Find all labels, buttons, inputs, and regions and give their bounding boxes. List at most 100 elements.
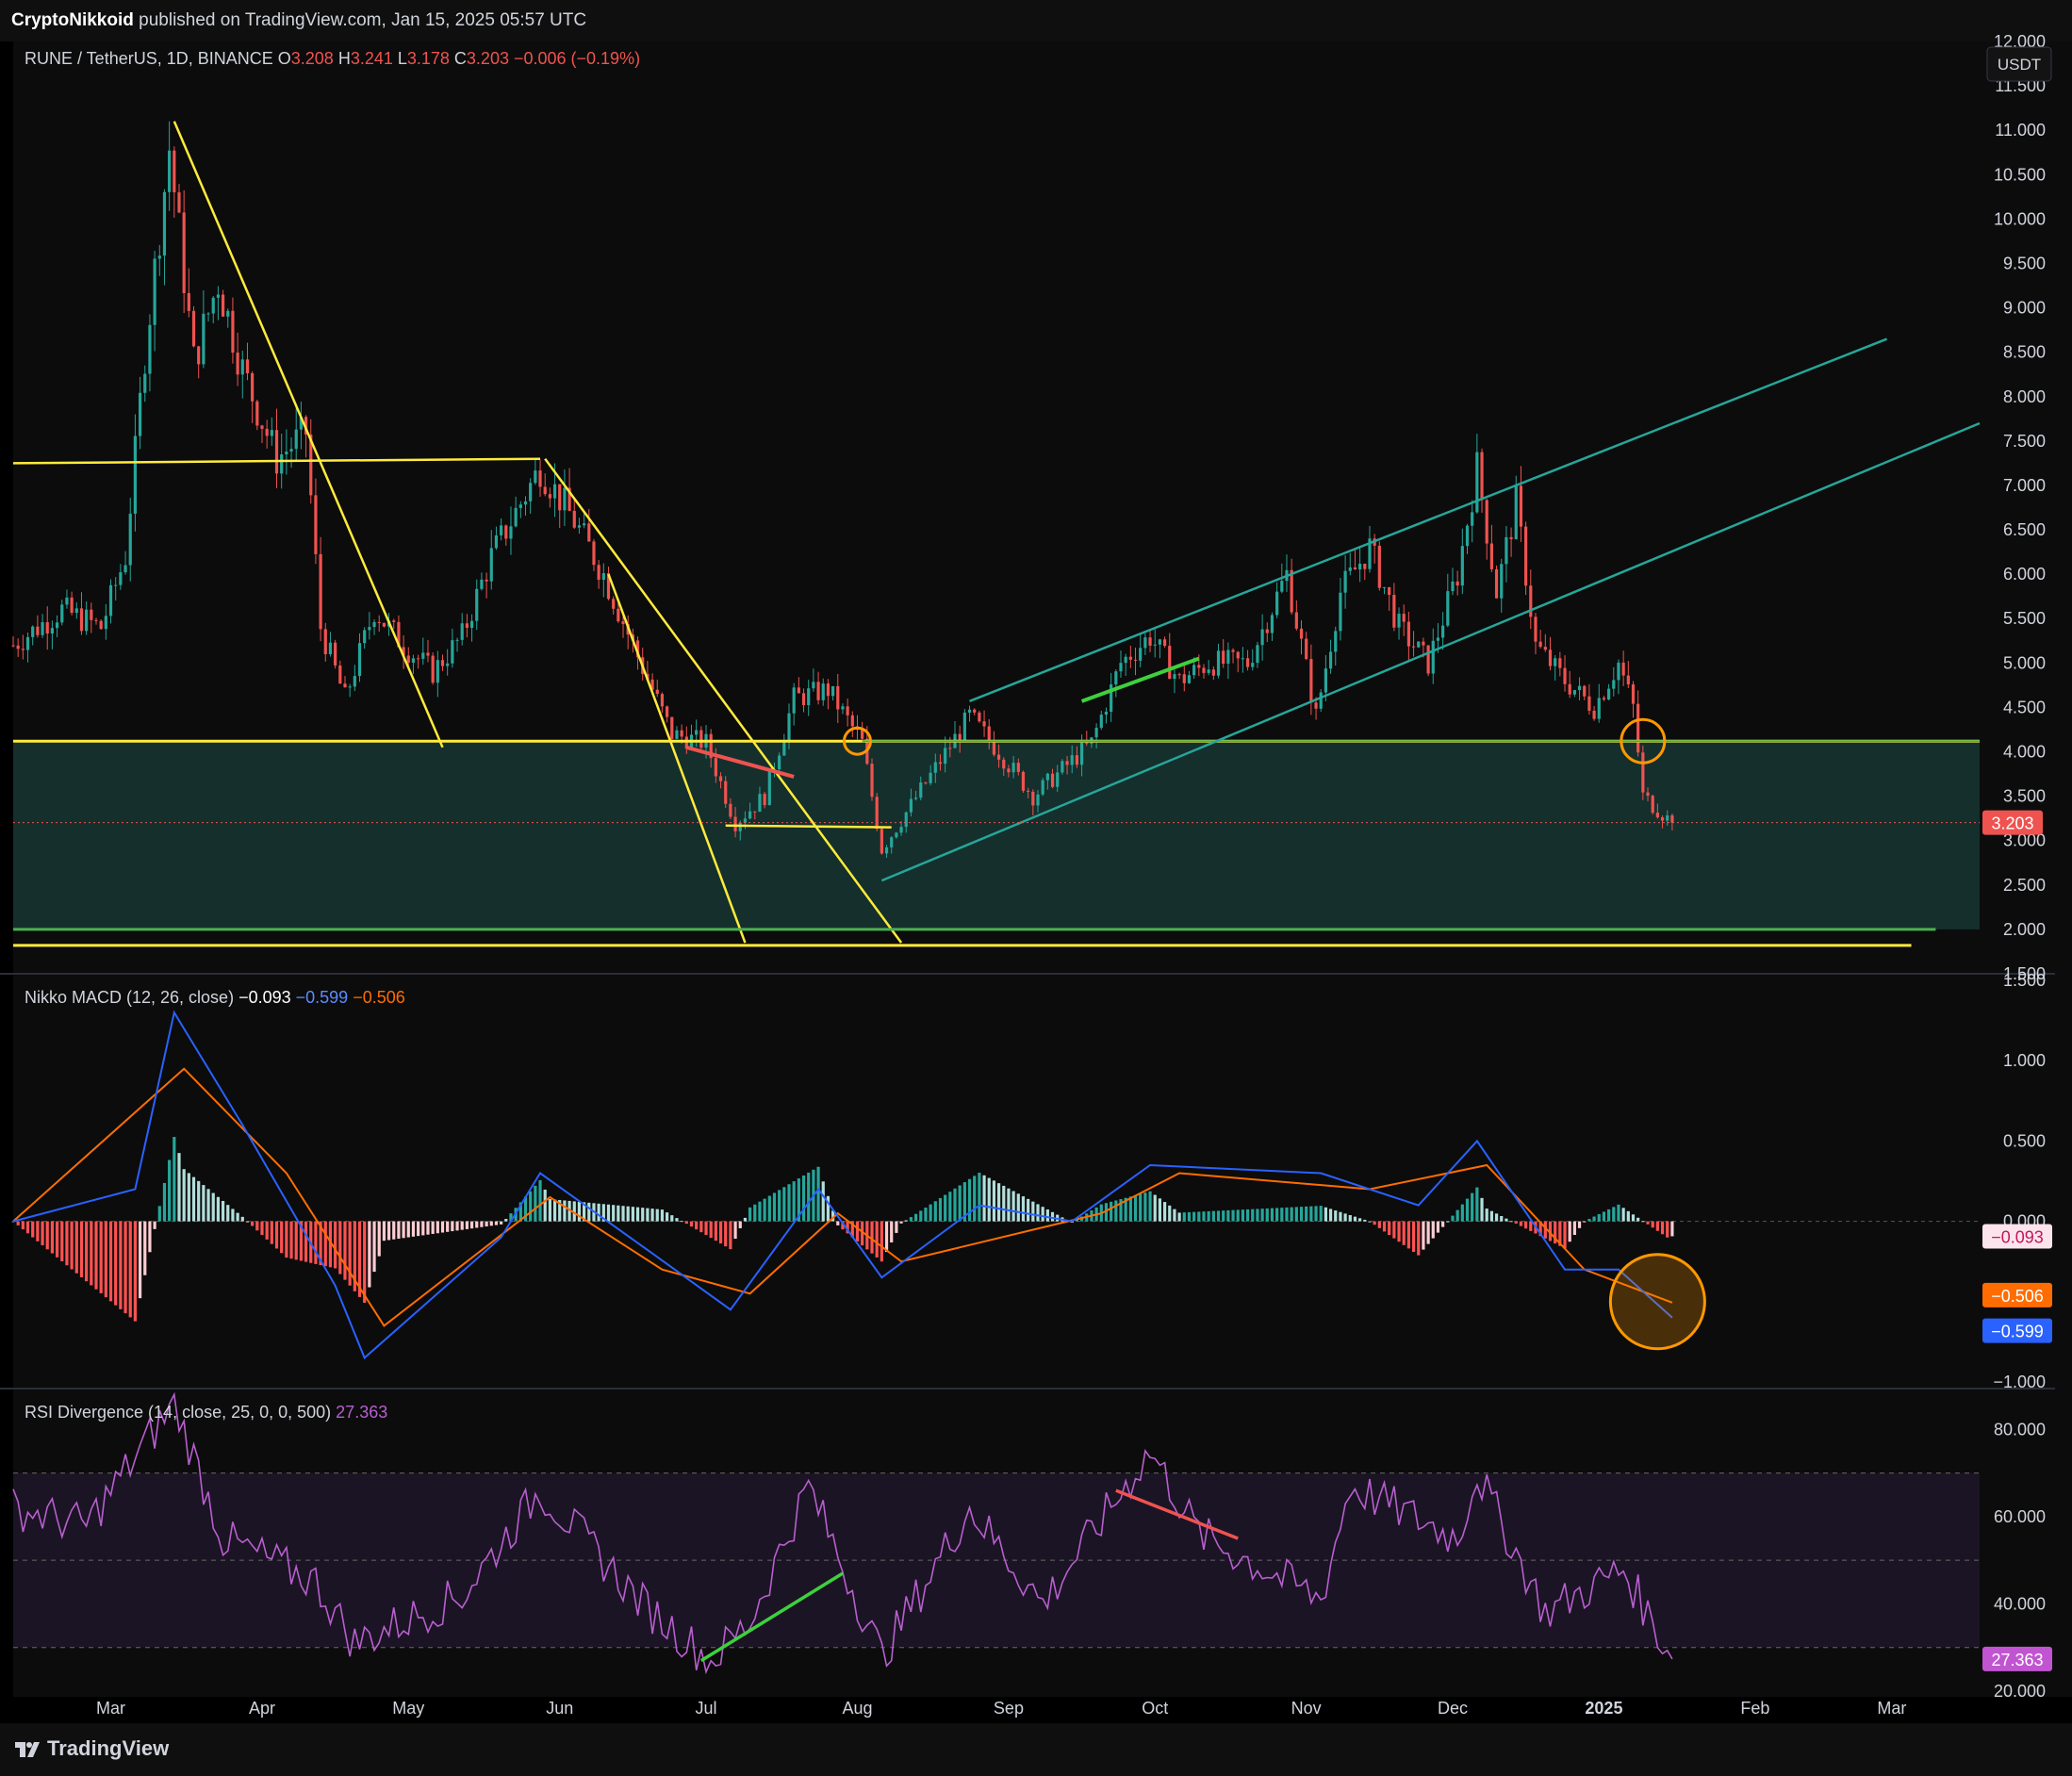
candle[interactable] xyxy=(1299,628,1304,639)
candle[interactable] xyxy=(60,604,64,623)
candle[interactable] xyxy=(1162,639,1167,647)
candle[interactable] xyxy=(177,192,181,213)
tradingview-logo-icon[interactable] xyxy=(15,1738,40,1761)
candle[interactable] xyxy=(1641,752,1645,793)
candle[interactable] xyxy=(518,504,522,508)
candle[interactable] xyxy=(123,565,127,573)
candle[interactable] xyxy=(1270,615,1274,633)
candle[interactable] xyxy=(1572,690,1576,695)
candle[interactable] xyxy=(1426,645,1430,674)
candle[interactable] xyxy=(1045,773,1049,781)
candle[interactable] xyxy=(1031,791,1035,806)
candle[interactable] xyxy=(1211,669,1215,676)
candle[interactable] xyxy=(357,643,362,677)
candle[interactable] xyxy=(870,764,874,798)
candle[interactable] xyxy=(143,373,147,393)
candle[interactable] xyxy=(372,621,376,628)
candle[interactable] xyxy=(31,626,35,637)
candle[interactable] xyxy=(982,721,986,727)
candle[interactable] xyxy=(455,639,459,641)
candle[interactable] xyxy=(206,313,210,315)
candle[interactable] xyxy=(666,706,669,717)
candle[interactable] xyxy=(748,811,752,819)
candle[interactable] xyxy=(1241,658,1244,660)
candle[interactable] xyxy=(1148,637,1152,646)
candle[interactable] xyxy=(583,523,586,526)
candle[interactable] xyxy=(1041,780,1044,795)
candle[interactable] xyxy=(1460,546,1464,586)
candle[interactable] xyxy=(1173,674,1176,680)
candle[interactable] xyxy=(875,797,879,830)
candle[interactable] xyxy=(558,484,562,511)
candle[interactable] xyxy=(890,837,894,847)
candle[interactable] xyxy=(767,769,771,806)
candle[interactable] xyxy=(621,621,625,625)
candle[interactable] xyxy=(1280,581,1284,592)
candle[interactable] xyxy=(1016,763,1020,772)
candle[interactable] xyxy=(285,452,288,455)
candle[interactable] xyxy=(1475,452,1479,513)
candle[interactable] xyxy=(104,616,107,630)
candle[interactable] xyxy=(587,523,591,542)
candle[interactable] xyxy=(368,627,371,631)
candle[interactable] xyxy=(1543,647,1547,650)
candle[interactable] xyxy=(1538,641,1542,648)
candle[interactable] xyxy=(1339,592,1342,632)
candle[interactable] xyxy=(924,782,928,784)
candle[interactable] xyxy=(411,658,416,663)
candle[interactable] xyxy=(572,510,576,528)
candle[interactable] xyxy=(1358,563,1362,570)
candle[interactable] xyxy=(1666,814,1669,821)
candle[interactable] xyxy=(406,655,410,663)
candle[interactable] xyxy=(1485,500,1488,544)
candle[interactable] xyxy=(138,392,142,436)
candle[interactable] xyxy=(1085,742,1089,744)
candle[interactable] xyxy=(74,608,78,614)
tradingview-brand[interactable]: TradingView xyxy=(47,1736,169,1761)
candle[interactable] xyxy=(426,652,430,656)
candle[interactable] xyxy=(1065,761,1069,765)
candle[interactable] xyxy=(909,798,913,813)
candle[interactable] xyxy=(446,663,450,666)
candle[interactable] xyxy=(334,642,337,666)
candle[interactable] xyxy=(191,310,196,347)
candle[interactable] xyxy=(251,372,255,402)
candle[interactable] xyxy=(480,579,484,589)
candle[interactable] xyxy=(45,622,49,634)
candle[interactable] xyxy=(552,484,557,499)
candle[interactable] xyxy=(294,429,298,450)
candle[interactable] xyxy=(758,794,762,813)
candle[interactable] xyxy=(128,513,132,566)
candle[interactable] xyxy=(1568,683,1571,695)
candle[interactable] xyxy=(280,454,284,474)
candle[interactable] xyxy=(617,608,620,622)
candle[interactable] xyxy=(1168,646,1172,680)
candle[interactable] xyxy=(821,683,825,700)
candle[interactable] xyxy=(1075,755,1079,765)
candle[interactable] xyxy=(830,685,835,697)
candle[interactable] xyxy=(328,642,333,655)
candle[interactable] xyxy=(538,470,542,487)
candle[interactable] xyxy=(1422,641,1425,646)
candle[interactable] xyxy=(1197,665,1201,668)
candle[interactable] xyxy=(197,346,201,365)
candle[interactable] xyxy=(792,687,796,714)
candle[interactable] xyxy=(1061,761,1064,773)
candle[interactable] xyxy=(787,713,791,741)
candle[interactable] xyxy=(729,803,732,817)
candle[interactable] xyxy=(807,688,811,705)
candle[interactable] xyxy=(1216,650,1221,676)
candle[interactable] xyxy=(1348,567,1352,571)
candle[interactable] xyxy=(1114,671,1118,685)
candle[interactable] xyxy=(592,541,596,566)
candle[interactable] xyxy=(489,548,493,582)
candle[interactable] xyxy=(797,687,800,694)
candle[interactable] xyxy=(436,660,439,683)
candle[interactable] xyxy=(162,191,167,256)
candle[interactable] xyxy=(363,630,367,644)
candle[interactable] xyxy=(353,676,356,687)
candle[interactable] xyxy=(958,733,962,741)
candle[interactable] xyxy=(465,623,469,629)
candle[interactable] xyxy=(343,683,347,688)
candle[interactable] xyxy=(1124,656,1127,664)
